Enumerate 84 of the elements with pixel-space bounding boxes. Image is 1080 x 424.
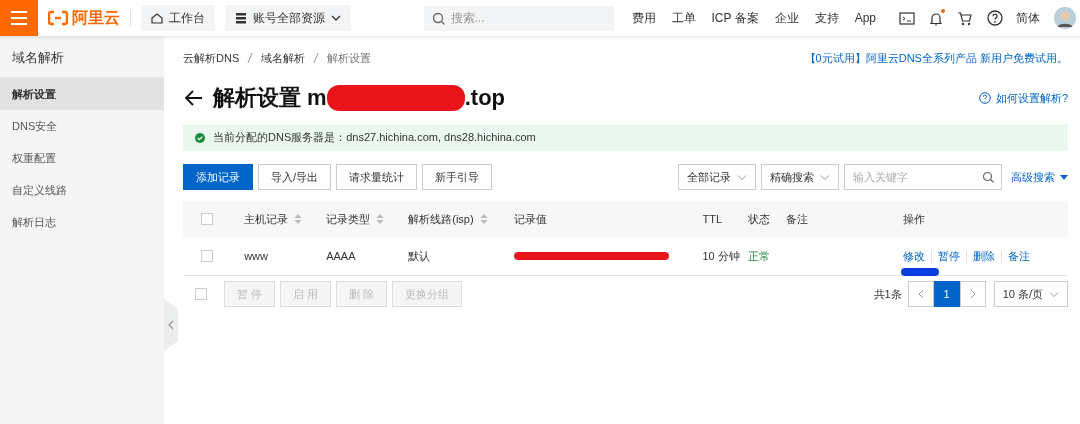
promo-link[interactable]: 【0元试用】阿里云DNS全系列产品 新用户免费试用。 [804, 50, 1068, 66]
nav-link[interactable]: 支持 [806, 9, 847, 27]
success-icon [195, 132, 205, 143]
sort-icon[interactable] [479, 214, 488, 224]
breadcrumb-link[interactable]: 域名解析 [261, 50, 306, 66]
resources-dropdown[interactable]: 账号全部资源 [225, 5, 351, 31]
bell-drawing [929, 10, 943, 26]
home-icon [151, 12, 163, 24]
help-icon [978, 92, 991, 104]
keyword-search-field[interactable]: 输入关键字 [844, 164, 1002, 190]
nav-link[interactable]: App [846, 11, 884, 25]
breadcrumb-link[interactable]: 云解析DNS [183, 50, 240, 66]
dns-server-notice: 当前分配的DNS服务器是：dns27.hichina.com, dns28.hichina.com [213, 130, 536, 145]
next-page-button[interactable] [959, 281, 986, 307]
table-cell: 10 分钟 [702, 249, 740, 262]
chevron-right-icon [969, 289, 976, 299]
checkbox[interactable] [195, 288, 207, 300]
stack-icon [235, 12, 247, 24]
terminal-icon[interactable] [899, 10, 915, 26]
language-link[interactable]: 简体 [1016, 9, 1040, 27]
toolbar-button[interactable]: 新手引导 [422, 164, 493, 190]
table-cell: AAAA [326, 250, 356, 262]
toolbar-button[interactable]: 请求量统计 [336, 164, 418, 190]
search-field[interactable]: 搜索... [423, 5, 614, 31]
sidebar-item[interactable]: 解析设置 [0, 78, 164, 110]
record-filter-dropdown[interactable]: 全部记录 [678, 164, 756, 190]
page-size-dropdown[interactable]: 10 条/页 [993, 281, 1068, 307]
help-icon[interactable] [987, 10, 1003, 26]
breadcrumb-separator-icon [247, 52, 254, 64]
avatar[interactable] [1054, 7, 1076, 29]
bell-icon[interactable] [929, 10, 943, 26]
breadcrumb-separator-icon [313, 52, 320, 64]
column-header: 主机记录 [244, 211, 289, 227]
chevron-down-icon [1049, 290, 1059, 298]
nav-link[interactable]: 工单 [663, 9, 704, 27]
sort-icon[interactable] [376, 214, 385, 224]
table-cell: www [244, 250, 268, 262]
sidebar-item[interactable]: DNS安全 [0, 110, 164, 142]
column-header: 记录类型 [326, 211, 371, 227]
nav-link[interactable]: 企业 [766, 9, 807, 27]
breadcrumb-link[interactable]: 解析设置 [327, 50, 372, 66]
column-header: 备注 [785, 212, 808, 225]
search-icon [982, 171, 994, 183]
help-link[interactable]: 如何设置解析? [978, 90, 1068, 106]
menu-button[interactable] [0, 0, 38, 36]
menu-icon [10, 9, 28, 27]
back-arrow-icon[interactable] [183, 89, 203, 107]
column-header: 解析线路(isp) [408, 211, 474, 227]
action-link[interactable]: 修改 [902, 250, 931, 262]
domain-suffix: .top [464, 85, 505, 111]
workbench-button[interactable]: 工作台 [141, 5, 215, 31]
chevron-left-icon [167, 320, 175, 330]
toolbar-button[interactable]: 导入/导出 [258, 164, 332, 190]
action-link[interactable]: 删除 [965, 250, 1001, 262]
sort-icon[interactable] [294, 214, 303, 224]
search-mode-dropdown[interactable]: 精确搜索 [761, 164, 839, 190]
chevron-down-icon [737, 173, 747, 181]
action-link[interactable]: 暂停 [930, 250, 966, 262]
chevron-down-icon [820, 173, 830, 181]
sidebar-item[interactable]: 权重配置 [0, 142, 164, 174]
caret-down-icon [1060, 174, 1068, 180]
checkbox[interactable] [201, 213, 213, 225]
column-header: 状态 [748, 212, 771, 225]
advanced-search-link[interactable]: 高级搜索 [1011, 169, 1068, 185]
table-cell: 默认 [408, 249, 431, 262]
total-count: 共1条 [873, 286, 902, 302]
cart-icon[interactable] [957, 10, 973, 26]
chevron-down-icon [331, 14, 341, 22]
checkbox[interactable] [201, 250, 213, 262]
column-header: 记录值 [514, 212, 548, 225]
toolbar-button[interactable]: 添加记录 [183, 164, 253, 190]
column-header: 操作 [902, 212, 925, 225]
chevron-left-icon [917, 289, 924, 299]
page-title: 解析设置 m [213, 84, 327, 112]
column-header: TTL [702, 213, 723, 225]
action-link[interactable]: 备注 [1000, 250, 1036, 262]
nav-link[interactable]: 费用 [623, 9, 664, 27]
nav-link[interactable]: ICP 备案 [703, 9, 767, 27]
previous-page-button[interactable] [907, 281, 934, 307]
page-button[interactable]: 1 [933, 281, 960, 307]
sidebar-item[interactable]: 自定义线路 [0, 174, 164, 206]
sidebar-item[interactable]: 解析日志 [0, 206, 164, 238]
logo-icon [48, 10, 68, 26]
status-text: 正常 [748, 249, 771, 262]
